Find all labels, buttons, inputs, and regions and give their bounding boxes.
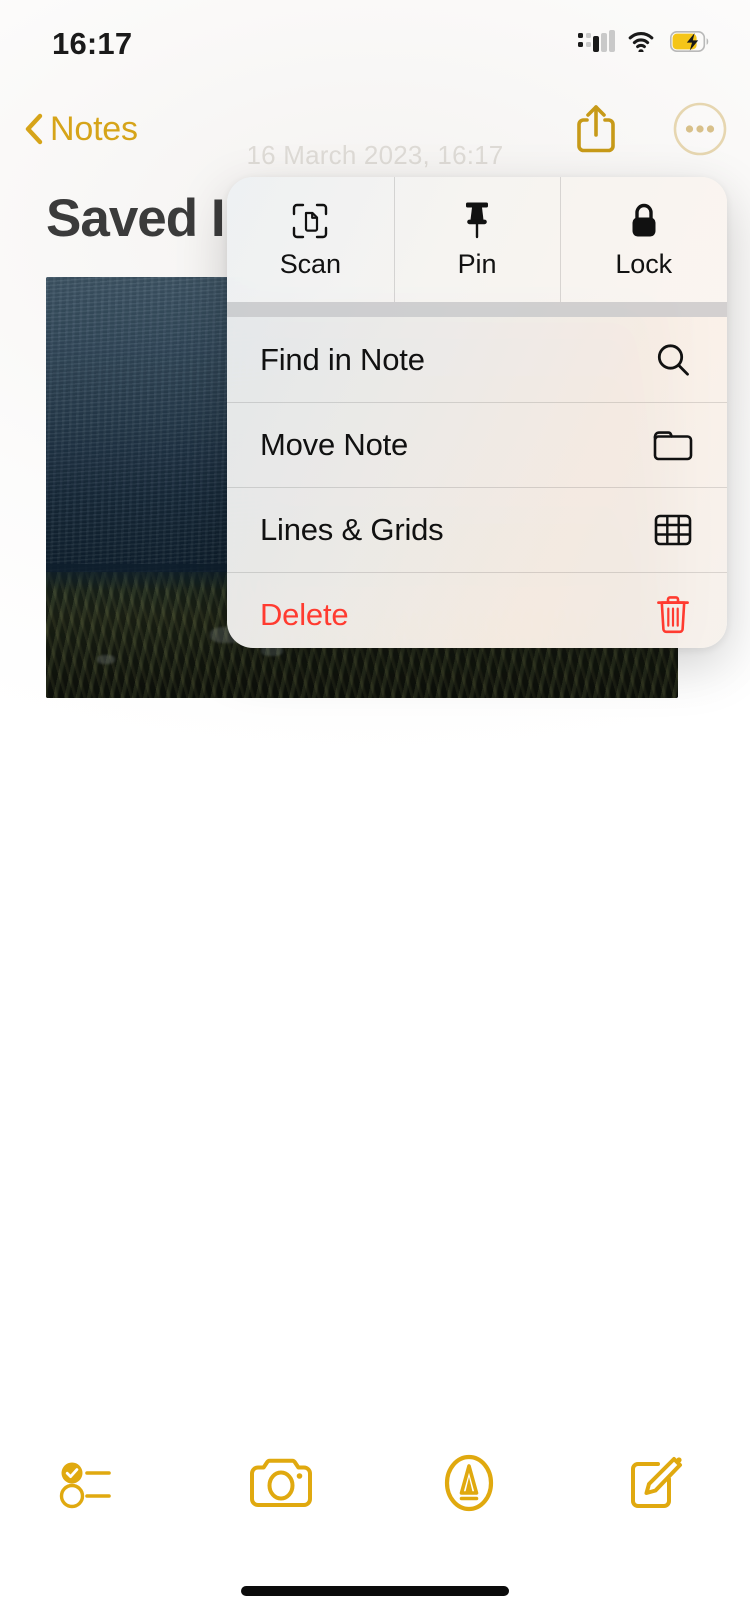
wifi-icon xyxy=(628,32,654,52)
cellular-signal-icon xyxy=(578,30,615,52)
menu-item-delete[interactable]: Delete xyxy=(227,572,727,648)
toolbar-camera-button[interactable] xyxy=(188,1438,376,1528)
camera-icon xyxy=(250,1458,313,1507)
scan-document-icon xyxy=(292,199,328,239)
status-bar-indicators xyxy=(578,30,710,52)
markup-pen-icon xyxy=(444,1454,493,1512)
checklist-icon xyxy=(59,1462,111,1509)
grid-table-icon xyxy=(651,508,695,552)
menu-item-find-in-note[interactable]: Find in Note xyxy=(227,317,727,402)
folder-icon xyxy=(651,423,695,467)
note-date: 16 March 2023, 16:17 xyxy=(246,140,504,170)
search-icon xyxy=(651,338,695,382)
context-menu-separator-band xyxy=(227,302,727,317)
battery-charging-icon xyxy=(670,30,709,52)
menu-action-lock[interactable]: Lock xyxy=(560,177,727,302)
home-indicator xyxy=(241,1586,509,1596)
menu-action-pin[interactable]: Pin xyxy=(393,177,561,302)
note-context-menu: Scan Pin Lock Find in Note Move Note Lin… xyxy=(227,177,727,648)
pin-icon xyxy=(460,199,494,239)
note-title: Saved I xyxy=(46,189,226,248)
menu-action-lock-label: Lock xyxy=(615,249,672,279)
menu-action-pin-label: Pin xyxy=(457,249,497,279)
menu-item-move-note[interactable]: Move Note xyxy=(227,402,727,487)
menu-item-move-note-label: Move Note xyxy=(260,426,409,462)
lock-icon xyxy=(628,199,660,239)
toolbar-markup-button[interactable] xyxy=(375,1438,563,1528)
note-bottom-toolbar xyxy=(0,1438,750,1528)
menu-item-lines-and-grids-label: Lines & Grids xyxy=(260,511,444,547)
menu-item-delete-label: Delete xyxy=(260,596,349,632)
compose-new-note-icon xyxy=(631,1457,683,1508)
toolbar-compose-button[interactable] xyxy=(563,1438,750,1528)
menu-action-scan-label: Scan xyxy=(279,249,341,279)
context-menu-top-actions: Scan Pin Lock xyxy=(227,177,727,302)
menu-item-lines-and-grids[interactable]: Lines & Grids xyxy=(227,487,727,572)
trash-icon xyxy=(651,593,695,637)
status-bar: 16:17 xyxy=(0,0,750,80)
menu-item-find-in-note-label: Find in Note xyxy=(260,341,425,377)
status-bar-time: 16:17 xyxy=(52,26,133,61)
toolbar-checklist-button[interactable] xyxy=(0,1438,188,1528)
menu-action-scan[interactable]: Scan xyxy=(227,177,394,302)
